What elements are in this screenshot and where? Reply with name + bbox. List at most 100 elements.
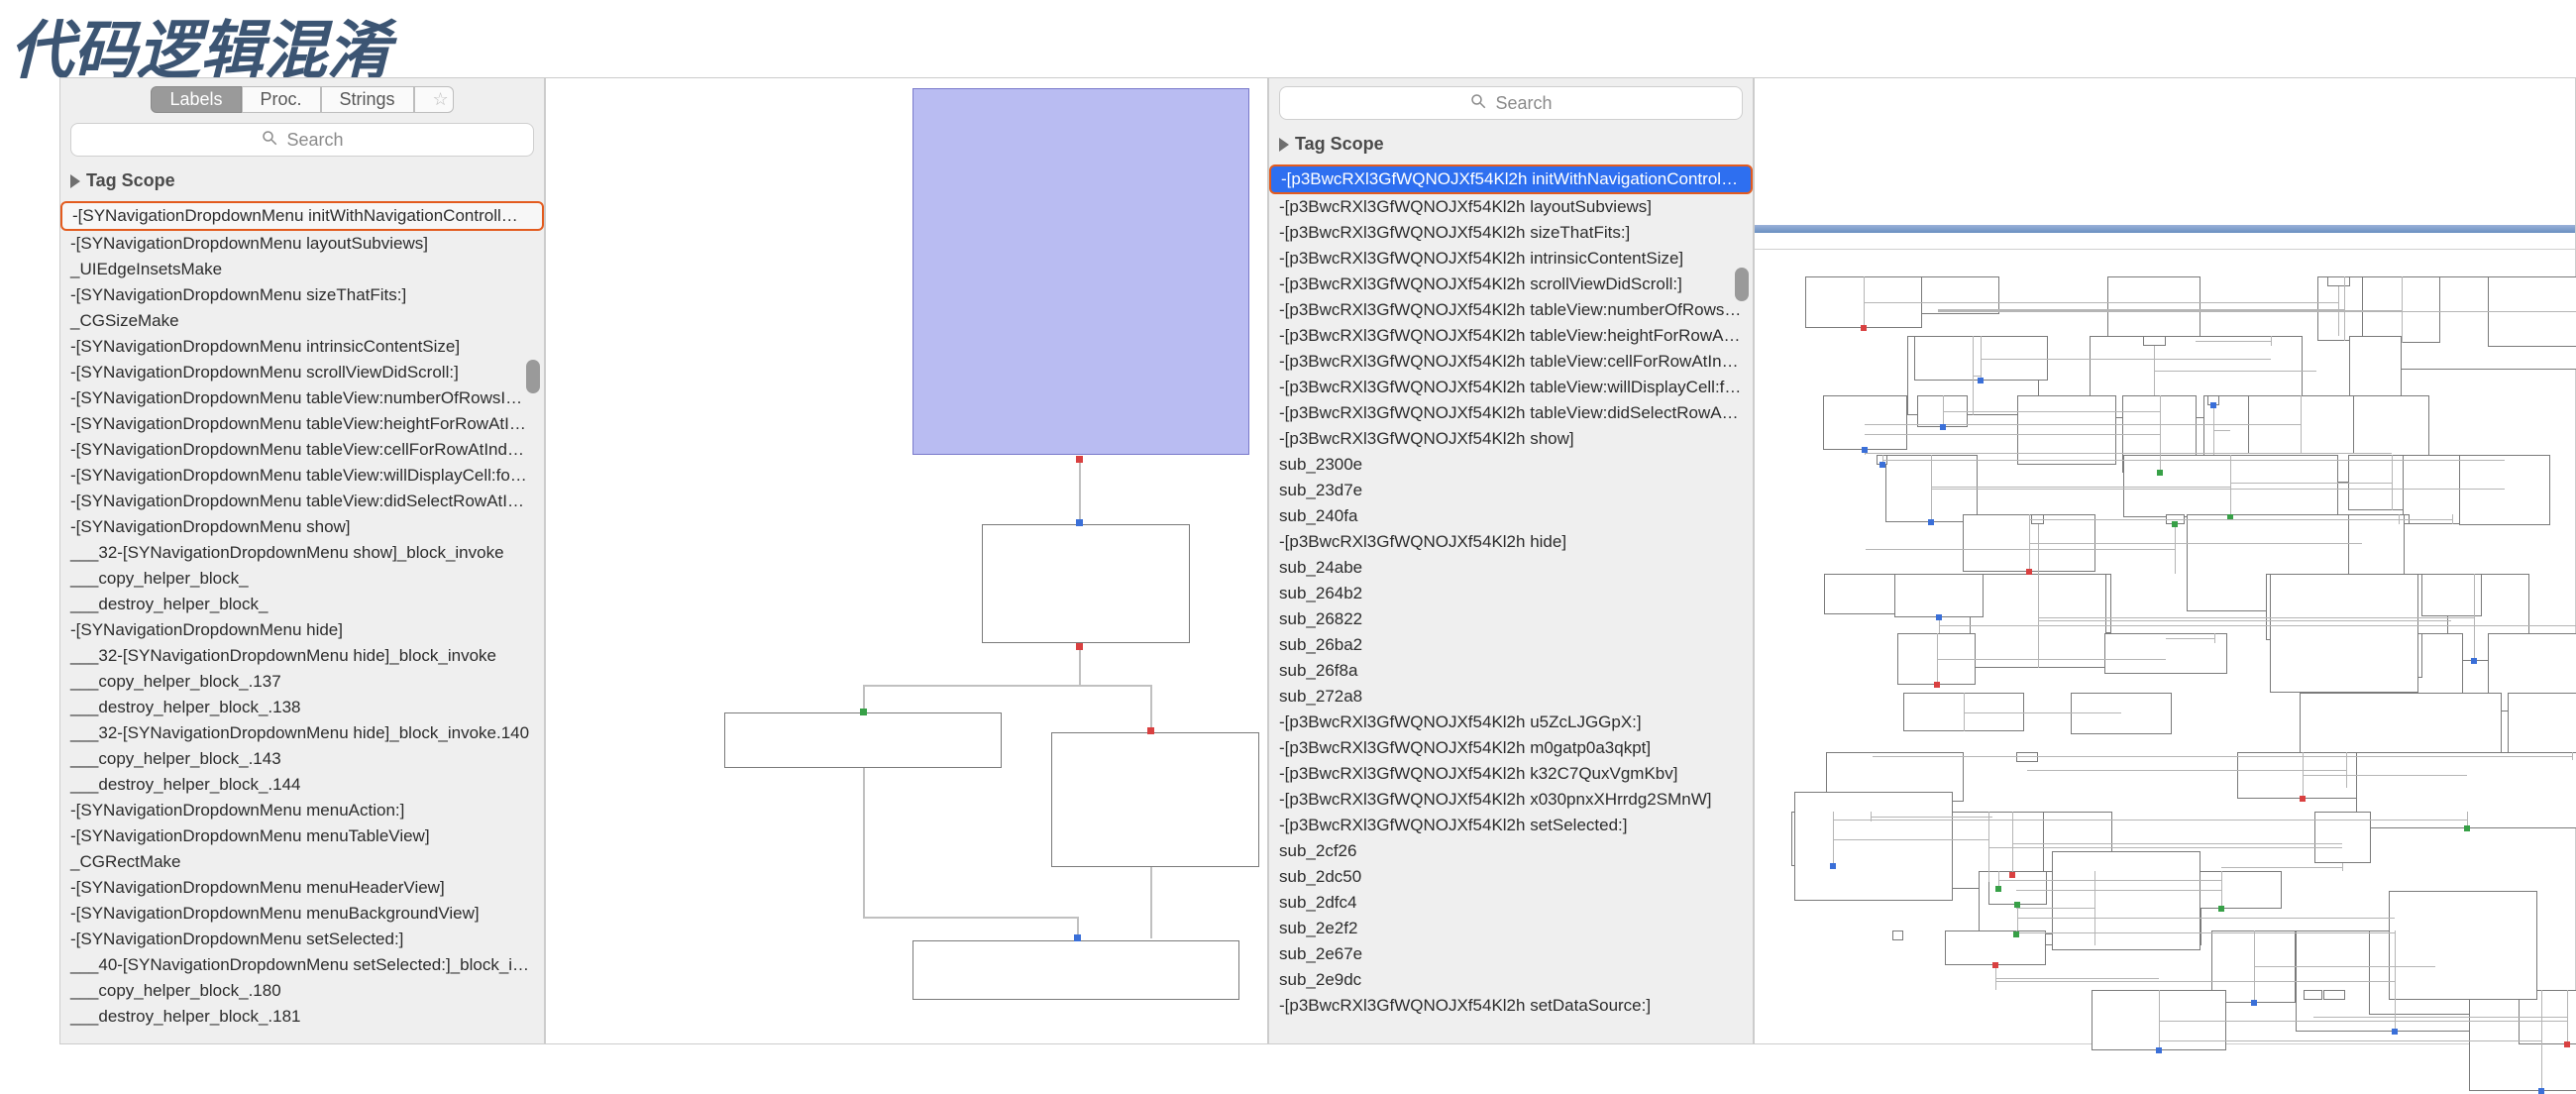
list-item[interactable]: sub_24abe — [1269, 555, 1753, 581]
flow-node[interactable] — [2052, 851, 2200, 950]
list-item[interactable]: sub_240fa — [1269, 503, 1753, 529]
list-item[interactable]: sub_26ba2 — [1269, 632, 1753, 658]
list-item[interactable]: ___copy_helper_block_.143 — [60, 746, 544, 772]
list-item[interactable]: ___destroy_helper_block_ — [60, 592, 544, 617]
list-item[interactable]: sub_2e67e — [1269, 941, 1753, 967]
list-item[interactable]: -[p3BwcRXl3GfWQNOJXf54Kl2h sizeThatFits:… — [1269, 220, 1753, 246]
list-item[interactable]: -[p3BwcRXl3GfWQNOJXf54Kl2h tableView:num… — [1269, 297, 1753, 323]
list-item[interactable]: -[SYNavigationDropdownMenu sizeThatFits:… — [60, 282, 544, 308]
right-scrollbar[interactable] — [1735, 268, 1749, 301]
list-item[interactable]: _CGRectMake — [60, 849, 544, 875]
list-item[interactable]: ___destroy_helper_block_.181 — [60, 1004, 544, 1030]
right-tag-scope[interactable]: Tag Scope — [1269, 124, 1753, 164]
list-item[interactable]: -[SYNavigationDropdownMenu menuTableView… — [60, 823, 544, 849]
tab-labels[interactable]: Labels — [151, 86, 241, 113]
list-item[interactable]: _CGSizeMake — [60, 308, 544, 334]
list-item[interactable]: ___32-[SYNavigationDropdownMenu show]_bl… — [60, 540, 544, 566]
list-item[interactable]: -[p3BwcRXl3GfWQNOJXf54Kl2h show] — [1269, 426, 1753, 452]
list-item[interactable]: -[SYNavigationDropdownMenu setSelected:] — [60, 927, 544, 952]
flow-node[interactable] — [1894, 574, 1984, 617]
left-tag-scope[interactable]: Tag Scope — [60, 161, 544, 201]
list-item[interactable]: ___copy_helper_block_ — [60, 566, 544, 592]
list-item[interactable]: -[p3BwcRXl3GfWQNOJXf54Kl2h layoutSubview… — [1269, 194, 1753, 220]
list-item[interactable]: -[SYNavigationDropdownMenu tableView:did… — [60, 489, 544, 514]
flow-node[interactable] — [1945, 930, 2045, 965]
flow-node[interactable] — [1794, 792, 1953, 901]
list-item[interactable]: -[SYNavigationDropdownMenu menuBackgroun… — [60, 901, 544, 927]
list-item[interactable]: ___copy_helper_block_.137 — [60, 669, 544, 695]
list-item[interactable]: -[p3BwcRXl3GfWQNOJXf54Kl2h setDataSource… — [1269, 993, 1753, 1019]
list-item[interactable]: ___40-[SYNavigationDropdownMenu setSelec… — [60, 952, 544, 978]
list-item[interactable]: -[p3BwcRXl3GfWQNOJXf54Kl2h tableView:did… — [1269, 400, 1753, 426]
left-search-input[interactable]: Search — [70, 123, 534, 157]
flow-node[interactable] — [1823, 395, 1907, 450]
list-item[interactable]: -[SYNavigationDropdownMenu intrinsicCont… — [60, 334, 544, 360]
list-item[interactable]: ___destroy_helper_block_.144 — [60, 772, 544, 798]
flow-node[interactable] — [2327, 276, 2350, 286]
flow-node[interactable] — [2323, 990, 2345, 1000]
list-item[interactable]: -[p3BwcRXl3GfWQNOJXf54Kl2h initWithNavig… — [1269, 164, 1753, 194]
list-item[interactable]: -[p3BwcRXl3GfWQNOJXf54Kl2h intrinsicCont… — [1269, 246, 1753, 272]
list-item[interactable]: ___copy_helper_block_.180 — [60, 978, 544, 1004]
list-item[interactable]: -[SYNavigationDropdownMenu tableView:num… — [60, 385, 544, 411]
list-item[interactable]: sub_2dc50 — [1269, 864, 1753, 890]
list-item[interactable]: ___32-[SYNavigationDropdownMenu hide]_bl… — [60, 643, 544, 669]
tab-strings[interactable]: Strings — [321, 86, 414, 113]
flow-node[interactable] — [912, 940, 1239, 1000]
flow-node[interactable] — [1051, 732, 1259, 867]
list-item[interactable]: sub_2e9dc — [1269, 967, 1753, 993]
list-item[interactable]: -[SYNavigationDropdownMenu layoutSubview… — [60, 231, 544, 257]
tab-proc[interactable]: Proc. — [242, 86, 321, 113]
left-flow-canvas[interactable] — [545, 77, 1268, 1044]
flow-node[interactable] — [2304, 990, 2322, 1000]
list-item[interactable]: sub_2300e — [1269, 452, 1753, 478]
flow-node[interactable] — [2017, 395, 2117, 465]
left-scrollbar[interactable] — [526, 360, 540, 393]
list-item[interactable]: -[p3BwcRXl3GfWQNOJXf54Kl2h scrollViewDid… — [1269, 272, 1753, 297]
list-item[interactable]: -[p3BwcRXl3GfWQNOJXf54Kl2h u5ZcLJGGpX:] — [1269, 710, 1753, 735]
right-flow-canvas[interactable] — [1754, 77, 2576, 1044]
list-item[interactable]: -[p3BwcRXl3GfWQNOJXf54Kl2h setSelected:] — [1269, 813, 1753, 838]
flow-node[interactable] — [2508, 693, 2576, 760]
list-item[interactable]: sub_264b2 — [1269, 581, 1753, 606]
list-item[interactable]: sub_2cf26 — [1269, 838, 1753, 864]
list-item[interactable]: -[SYNavigationDropdownMenu initWithNavig… — [60, 201, 544, 231]
list-item[interactable]: ___destroy_helper_block_.138 — [60, 695, 544, 720]
list-item[interactable]: sub_26f8a — [1269, 658, 1753, 684]
flow-node[interactable] — [2459, 455, 2551, 525]
list-item[interactable]: -[p3BwcRXl3GfWQNOJXf54Kl2h k32C7QuxVgmKb… — [1269, 761, 1753, 787]
list-item[interactable]: sub_272a8 — [1269, 684, 1753, 710]
list-item[interactable]: sub_2e2f2 — [1269, 916, 1753, 941]
list-item[interactable]: -[SYNavigationDropdownMenu menuHeaderVie… — [60, 875, 544, 901]
list-item[interactable]: -[p3BwcRXl3GfWQNOJXf54Kl2h tableView:wil… — [1269, 375, 1753, 400]
flow-node[interactable] — [724, 712, 1002, 768]
tab-favorite[interactable]: ☆ — [414, 86, 454, 113]
list-item[interactable]: sub_26822 — [1269, 606, 1753, 632]
right-symbol-list[interactable]: -[p3BwcRXl3GfWQNOJXf54Kl2h initWithNavig… — [1269, 164, 1753, 1043]
flow-node[interactable] — [2300, 693, 2502, 756]
left-symbol-list[interactable]: -[SYNavigationDropdownMenu initWithNavig… — [60, 201, 544, 1043]
flow-node[interactable] — [2389, 891, 2537, 1000]
list-item[interactable]: -[SYNavigationDropdownMenu scrollViewDid… — [60, 360, 544, 385]
list-item[interactable]: -[p3BwcRXl3GfWQNOJXf54Kl2h x030pnxXHrrdg… — [1269, 787, 1753, 813]
flow-node[interactable] — [2143, 336, 2166, 346]
flow-node[interactable] — [2421, 574, 2481, 616]
list-item[interactable]: -[SYNavigationDropdownMenu tableView:hei… — [60, 411, 544, 437]
flow-node[interactable] — [1892, 930, 1903, 940]
list-item[interactable]: -[SYNavigationDropdownMenu hide] — [60, 617, 544, 643]
list-item[interactable]: _UIEdgeInsetsMake — [60, 257, 544, 282]
list-item[interactable]: -[SYNavigationDropdownMenu show] — [60, 514, 544, 540]
list-item[interactable]: -[p3BwcRXl3GfWQNOJXf54Kl2h hide] — [1269, 529, 1753, 555]
flow-node[interactable] — [2356, 752, 2576, 828]
list-item[interactable]: sub_2dfc4 — [1269, 890, 1753, 916]
list-item[interactable]: -[p3BwcRXl3GfWQNOJXf54Kl2h tableView:hei… — [1269, 323, 1753, 349]
list-item[interactable]: -[SYNavigationDropdownMenu menuAction:] — [60, 798, 544, 823]
flow-node[interactable] — [912, 88, 1249, 455]
list-item[interactable]: -[SYNavigationDropdownMenu tableView:cel… — [60, 437, 544, 463]
list-item[interactable]: -[p3BwcRXl3GfWQNOJXf54Kl2h tableView:cel… — [1269, 349, 1753, 375]
flow-node[interactable] — [2270, 574, 2418, 693]
list-item[interactable]: -[SYNavigationDropdownMenu tableView:wil… — [60, 463, 544, 489]
flow-node[interactable] — [2071, 693, 2172, 734]
list-item[interactable]: -[p3BwcRXl3GfWQNOJXf54Kl2h m0gatp0a3qkpt… — [1269, 735, 1753, 761]
right-search-input[interactable]: Search — [1279, 86, 1743, 120]
